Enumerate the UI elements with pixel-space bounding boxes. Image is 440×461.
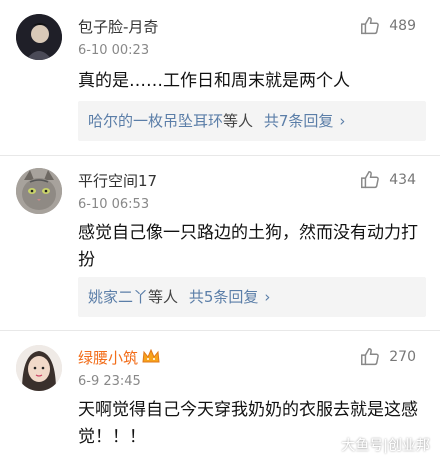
thumbs-up-icon — [361, 348, 380, 366]
like-count: 434 — [389, 172, 416, 188]
timestamp: 6-9 23:45 — [78, 374, 141, 389]
replies-box[interactable]: 哈尔的一枚吊坠耳环等人 共7条回复 › — [78, 101, 426, 141]
watermark: 大鱼号|创业邦 — [341, 438, 430, 454]
timestamp: 6-10 06:53 — [78, 197, 150, 212]
comment-item: 包子脸-月奇 6-10 00:23 489 真的是……工作日和周末就是两个人 哈… — [0, 0, 440, 150]
replies-box[interactable]: 姚家二丫等人 共5条回复 › — [78, 277, 426, 317]
like-button[interactable]: 434 — [359, 169, 416, 191]
user-avatar[interactable] — [16, 168, 62, 214]
reply-mid-text: 等人 — [148, 288, 179, 306]
reply-count-link[interactable]: 共7条回复 — [264, 112, 334, 130]
like-button[interactable]: 270 — [359, 346, 416, 368]
like-count: 270 — [389, 349, 416, 365]
comment-text: 真的是……工作日和周末就是两个人 — [78, 71, 350, 91]
reply-user-link[interactable]: 姚家二丫 — [88, 288, 148, 306]
reply-user-link[interactable]: 哈尔的一枚吊坠耳环 — [88, 112, 223, 130]
username[interactable]: 包子脸-月奇 — [78, 16, 158, 37]
username[interactable]: 平行空间17 — [78, 170, 157, 191]
user-avatar[interactable] — [16, 345, 62, 391]
girl-portrait-avatar-icon — [16, 345, 62, 391]
like-button[interactable]: 489 — [359, 15, 416, 37]
thumbs-up-icon — [361, 17, 380, 35]
thumbs-up-icon — [361, 171, 380, 189]
comment-text: 感觉自己像一只路边的土狗，然而没有动力打扮 — [78, 223, 418, 270]
cat-avatar-icon — [16, 168, 62, 214]
like-count: 489 — [389, 18, 416, 34]
username[interactable]: 绿腰小筑 — [78, 347, 160, 369]
dark-portrait-avatar-icon — [16, 14, 62, 60]
vip-crown-icon — [142, 348, 160, 369]
reply-count-link[interactable]: 共5条回复 — [189, 288, 259, 306]
reply-mid-text: 等人 — [223, 112, 254, 130]
username-text: 绿腰小筑 — [78, 349, 139, 367]
comment-item: 平行空间17 6-10 06:53 434 感觉自己像一只路边的土狗，然而没有动… — [0, 156, 440, 331]
chevron-right-icon: › — [264, 288, 271, 306]
chevron-right-icon: › — [339, 112, 346, 130]
timestamp: 6-10 00:23 — [78, 43, 150, 58]
user-avatar[interactable] — [16, 14, 62, 60]
